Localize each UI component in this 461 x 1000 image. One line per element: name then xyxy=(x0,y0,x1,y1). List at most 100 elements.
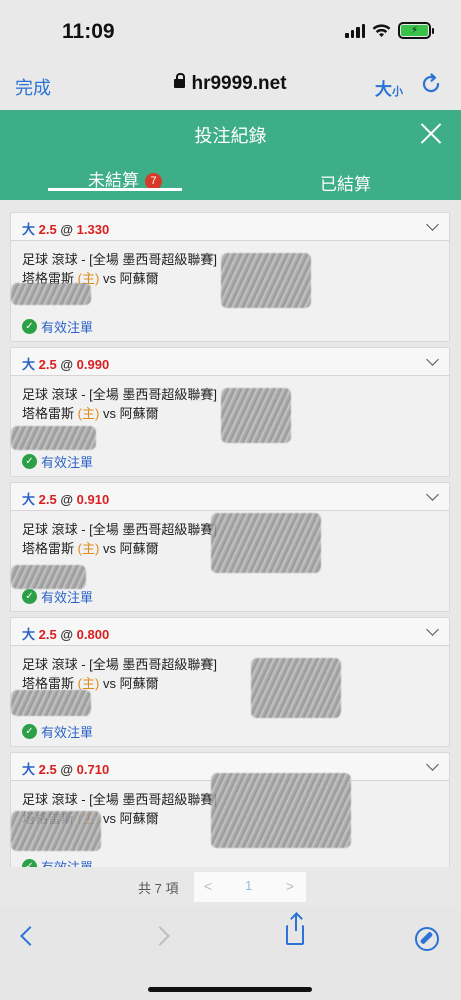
vs-label: vs xyxy=(102,811,116,826)
bet-card[interactable]: 大 2.5 @ 0.710 足球 滾球 - [全場 墨西哥超級聯賽] 塔格雷斯 … xyxy=(10,752,450,867)
bet-line: 2.5 xyxy=(38,222,57,237)
bet-card-header[interactable]: 大 2.5 @ 0.990 xyxy=(11,348,449,376)
check-circle-icon: ✓ xyxy=(22,724,37,739)
redaction-scribble xyxy=(11,690,91,716)
bet-card[interactable]: 大 2.5 @ 0.800 足球 滾球 - [全場 墨西哥超級聯賽] 塔格雷斯 … xyxy=(10,617,450,747)
battery-icon: ⚡ xyxy=(398,22,434,39)
share-icon[interactable] xyxy=(286,915,304,945)
modal-title: 投注紀錄 xyxy=(194,126,267,146)
bet-line: 2.5 xyxy=(38,357,57,372)
close-icon[interactable] xyxy=(419,121,443,145)
browser-bar: 完成 hr9999.net 大小 xyxy=(0,62,461,110)
bet-card[interactable]: 大 2.5 @ 0.990 足球 滾球 - [全場 墨西哥超級聯賽] 塔格雷斯 … xyxy=(10,347,450,477)
away-team: 阿蘇爾 xyxy=(119,541,159,556)
browser-toolbar xyxy=(0,907,461,1000)
home-team: 塔格雷斯 xyxy=(22,406,75,421)
bet-status: ✓ 有效注單 xyxy=(22,857,93,867)
bet-type: 大 xyxy=(22,762,36,777)
bet-status-label: 有效注單 xyxy=(41,455,94,470)
bet-card-header[interactable]: 大 2.5 @ 0.800 xyxy=(11,618,449,646)
bet-line: 2.5 xyxy=(38,627,57,642)
check-circle-icon: ✓ xyxy=(22,589,37,604)
pager: < 1 > xyxy=(194,872,306,902)
bet-card-body: 足球 滾球 - [全場 墨西哥超級聯賽] 塔格雷斯 (主) vs 阿蘇爾 xyxy=(11,646,449,693)
bet-at: @ xyxy=(60,762,74,777)
bet-type: 大 xyxy=(22,492,36,507)
compass-icon[interactable] xyxy=(415,927,439,951)
bet-odds: 0.800 xyxy=(76,627,110,642)
total-count: 共 7 項 xyxy=(138,881,179,896)
away-team: 阿蘇爾 xyxy=(119,811,159,826)
vs-label: vs xyxy=(102,541,116,556)
bet-status-label: 有效注單 xyxy=(41,725,94,740)
bet-line: 2.5 xyxy=(38,492,57,507)
url-text: hr9999.net xyxy=(191,73,287,94)
redaction-scribble xyxy=(11,565,86,589)
prev-page-button[interactable]: < xyxy=(204,878,212,894)
vs-label: vs xyxy=(102,676,116,691)
status-icons: ⚡ xyxy=(345,22,434,39)
bet-at: @ xyxy=(60,357,74,372)
bet-status: ✓ 有效注單 xyxy=(22,587,93,606)
bet-card[interactable]: 大 2.5 @ 0.910 足球 滾球 - [全場 墨西哥超級聯賽] 塔格雷斯 … xyxy=(10,482,450,612)
bet-odds: 0.710 xyxy=(76,762,110,777)
check-circle-icon: ✓ xyxy=(22,454,37,469)
home-tag: (主) xyxy=(77,541,100,556)
redaction-scribble xyxy=(221,388,291,443)
reload-icon[interactable] xyxy=(419,72,443,96)
vs-label: vs xyxy=(102,406,116,421)
check-circle-icon: ✓ xyxy=(22,319,37,334)
away-team: 阿蘇爾 xyxy=(119,271,159,286)
redaction-scribble xyxy=(251,658,341,718)
home-team: 塔格雷斯 xyxy=(22,676,75,691)
home-team: 塔格雷斯 xyxy=(22,541,75,556)
redaction-scribble xyxy=(11,811,101,851)
redaction-scribble xyxy=(211,513,321,573)
cellular-signal-icon xyxy=(345,23,365,38)
tab-bar: 未結算 7 已結算 xyxy=(0,158,461,200)
chevron-down-icon[interactable] xyxy=(426,353,439,366)
bet-status-label: 有效注單 xyxy=(41,857,93,867)
bet-status-label: 有效注單 xyxy=(41,320,94,335)
bet-card[interactable]: 大 2.5 @ 1.330 足球 滾球 - [全場 墨西哥超級聯賽] 塔格雷斯 … xyxy=(10,212,450,342)
chevron-down-icon[interactable] xyxy=(426,488,439,501)
pagination: 共 7 項 < 1 > xyxy=(0,867,461,907)
away-team: 阿蘇爾 xyxy=(119,406,159,421)
bet-type: 大 xyxy=(22,357,36,372)
bet-card-header[interactable]: 大 2.5 @ 1.330 xyxy=(11,213,449,241)
back-icon[interactable] xyxy=(20,926,40,946)
tab-settled[interactable]: 已結算 xyxy=(320,170,371,195)
bet-odds: 0.910 xyxy=(76,492,110,507)
bet-type: 大 xyxy=(22,222,36,237)
status-bar: 11:09 ⚡ xyxy=(0,0,461,62)
chevron-down-icon[interactable] xyxy=(426,623,439,636)
redaction-scribble xyxy=(11,283,91,305)
text-size-small: 小 xyxy=(392,86,403,98)
lock-icon xyxy=(174,73,186,88)
chevron-down-icon[interactable] xyxy=(426,758,439,771)
bet-odds: 0.990 xyxy=(76,357,110,372)
chevron-down-icon[interactable] xyxy=(426,218,439,231)
redaction-scribble xyxy=(11,426,96,450)
status-time: 11:09 xyxy=(62,20,115,43)
bet-odds: 1.330 xyxy=(76,222,110,237)
bet-status: ✓ 有效注單 xyxy=(22,317,93,336)
forward-icon[interactable] xyxy=(150,926,170,946)
battery-charging-icon: ⚡ xyxy=(401,25,428,36)
next-page-button[interactable]: > xyxy=(286,878,294,894)
bet-at: @ xyxy=(60,222,74,237)
redaction-scribble xyxy=(221,253,311,308)
check-circle-icon: ✓ xyxy=(22,859,37,867)
modal-header: 投注紀錄 xyxy=(0,110,461,158)
active-tab-indicator xyxy=(48,188,182,191)
bet-event: 足球 滾球 - [全場 墨西哥超級聯賽] xyxy=(22,657,218,672)
wifi-icon xyxy=(372,23,391,37)
bet-card-header[interactable]: 大 2.5 @ 0.910 xyxy=(11,483,449,511)
away-team: 阿蘇爾 xyxy=(119,676,159,691)
current-page[interactable]: 1 xyxy=(245,878,252,893)
redaction-scribble xyxy=(211,773,351,848)
text-size-button[interactable]: 大小 xyxy=(375,75,403,100)
bet-status-label: 有效注單 xyxy=(41,590,94,605)
bet-list: 大 2.5 @ 1.330 足球 滾球 - [全場 墨西哥超級聯賽] 塔格雷斯 … xyxy=(10,212,450,867)
bet-type: 大 xyxy=(22,627,36,642)
